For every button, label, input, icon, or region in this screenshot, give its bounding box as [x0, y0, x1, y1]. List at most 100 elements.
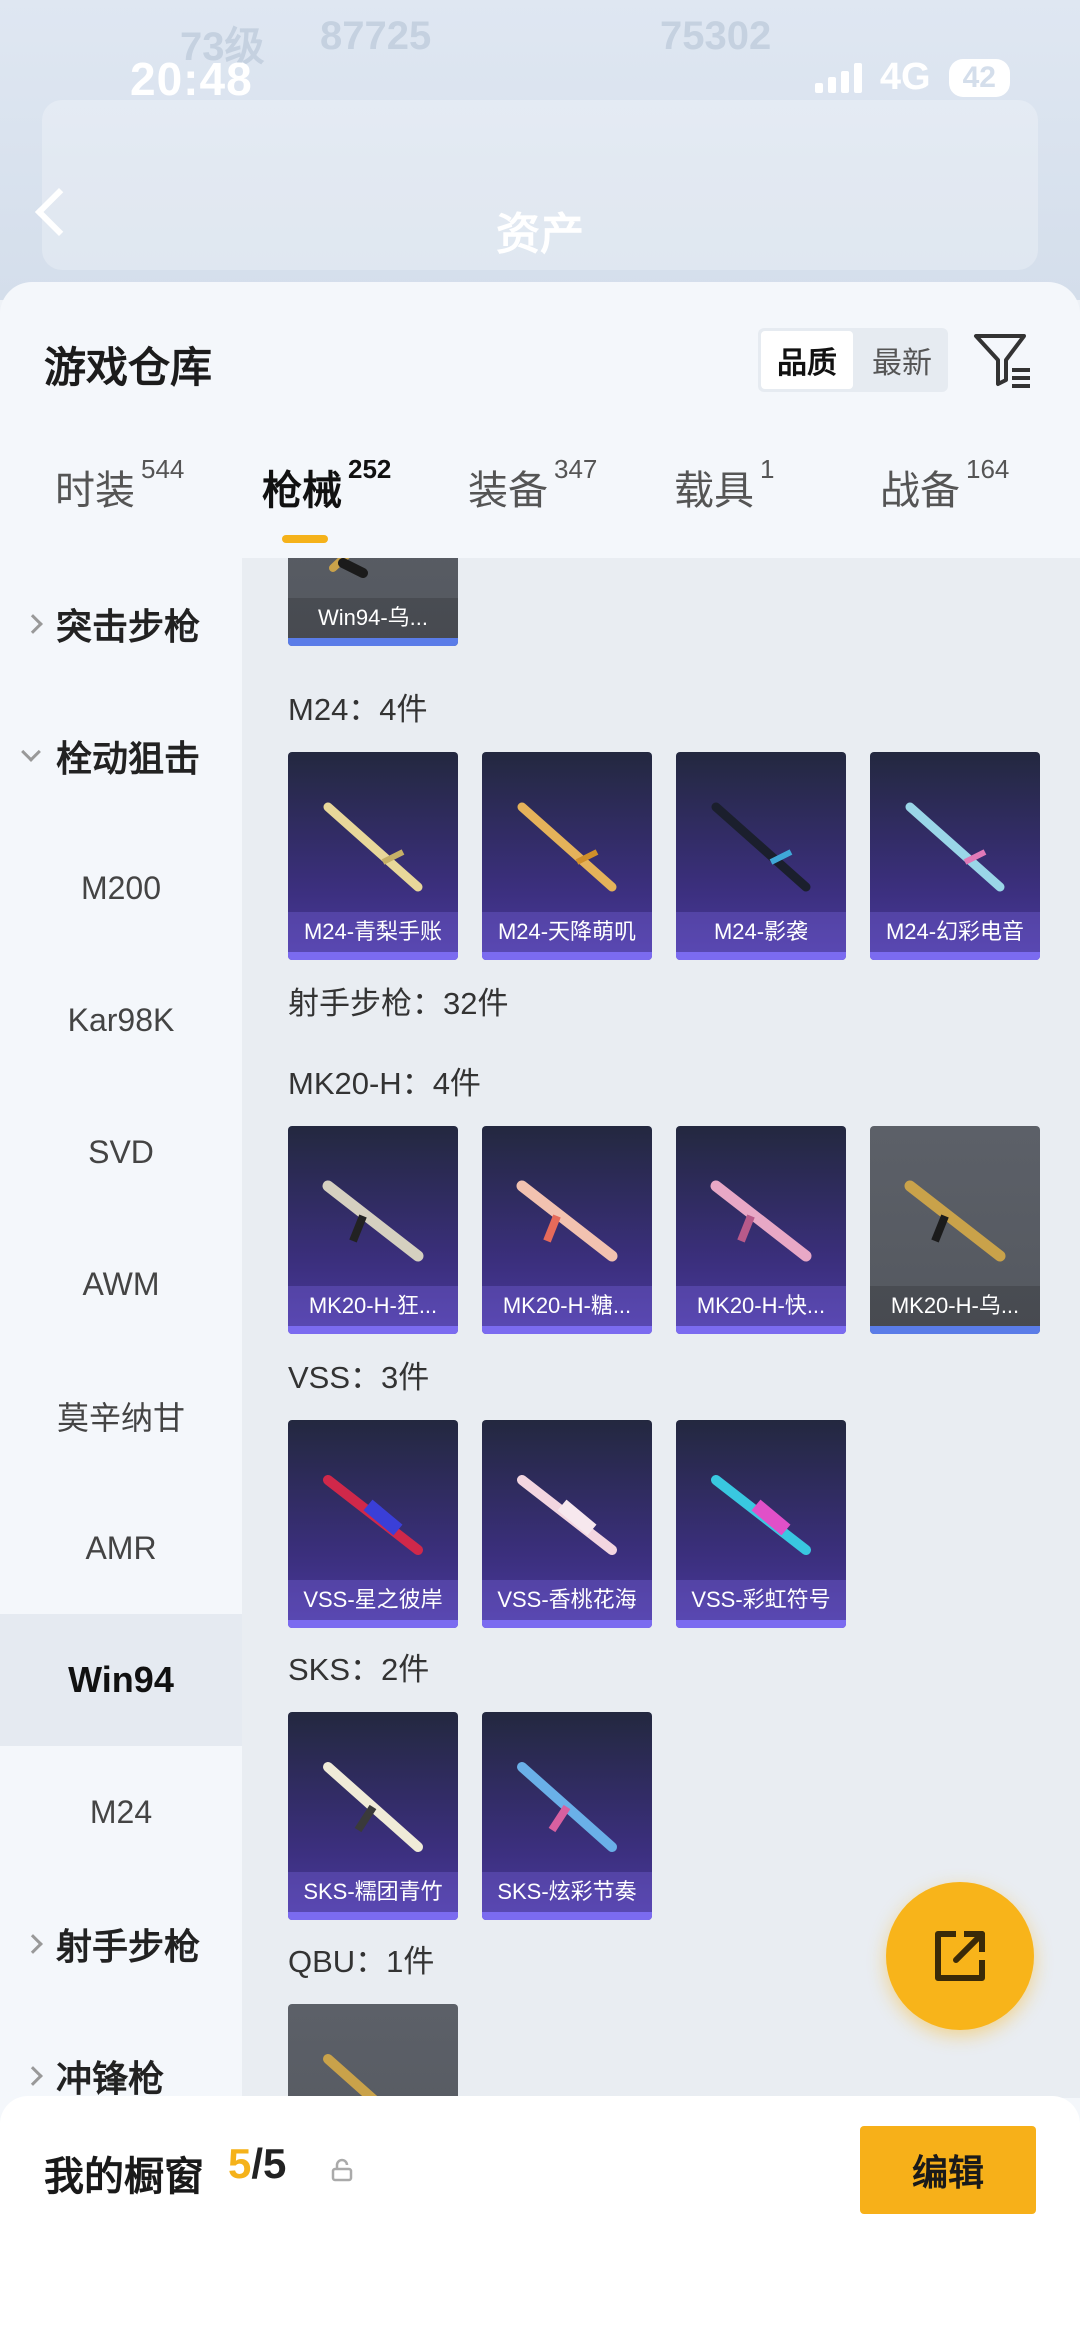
- showcase-count: 5/5: [228, 2140, 286, 2188]
- rifle-icon: [329, 558, 368, 578]
- quality-bar: [288, 1912, 458, 1920]
- tab-guns[interactable]: 枪械 252: [262, 454, 391, 516]
- rifle-icon: [710, 1180, 812, 1262]
- weapon-card-name: MK20-H-糖...: [482, 1286, 652, 1326]
- section-label-m24: M24：4件: [288, 692, 428, 727]
- tab-battle-prep[interactable]: 战备 164: [880, 454, 1009, 516]
- header-title: 资产: [496, 210, 584, 259]
- weapon-card[interactable]: MK20-H-狂...: [288, 1126, 458, 1334]
- tab-label: 枪械: [262, 469, 342, 513]
- weapon-card[interactable]: VSS-星之彼岸: [288, 1420, 458, 1628]
- tab-fashion[interactable]: 时装 544: [55, 454, 184, 516]
- sidebar-item-kar98k[interactable]: Kar98K: [0, 954, 242, 1086]
- rifle-icon: [517, 802, 617, 892]
- quality-bar: [288, 638, 458, 646]
- tab-label: 载具: [674, 469, 754, 513]
- rifle-icon: [517, 1475, 617, 1555]
- quality-bar: [482, 1620, 652, 1628]
- rifle-icon: [905, 802, 1005, 892]
- rifle-icon: [323, 1762, 423, 1852]
- rifle-icon: [904, 1180, 1006, 1262]
- header-coins: 87725: [320, 14, 432, 58]
- weapon-card[interactable]: M24-影袭: [676, 752, 846, 960]
- warehouse-panel: 游戏仓库 品质 最新 时装 544 枪械 252 装备 347 载具 1 战备 164 突…: [0, 282, 1080, 2341]
- tab-equipment[interactable]: 装备 347: [468, 454, 597, 516]
- sidebar-label: 冲锋枪: [56, 2058, 165, 2099]
- weapon-card[interactable]: SKS-糯团青竹: [288, 1712, 458, 1920]
- weapon-card-name: MK20-H-快...: [676, 1286, 846, 1326]
- quality-bar: [676, 952, 846, 960]
- sort-quality-button[interactable]: 品质: [761, 331, 853, 389]
- quality-bar: [288, 1620, 458, 1628]
- sidebar-group-marksman-rifle[interactable]: 射手步枪: [0, 1878, 242, 2010]
- tab-count: 544: [141, 454, 185, 484]
- weapon-card-name: MK20-H-乌...: [870, 1286, 1040, 1326]
- tab-count: 164: [966, 454, 1010, 484]
- sidebar-item-m24[interactable]: M24: [0, 1746, 242, 1878]
- weapon-card[interactable]: MK20-H-快...: [676, 1126, 846, 1334]
- weapon-card-name: VSS-彩虹符号: [676, 1580, 846, 1620]
- category-tabs: 时装 544 枪械 252 装备 347 载具 1 战备 164: [0, 454, 1080, 538]
- rifle-icon: [323, 2054, 380, 2098]
- active-tab-indicator: [282, 535, 328, 543]
- chevron-right-icon: [23, 2066, 43, 2086]
- rifle-icon: [322, 1180, 424, 1262]
- weapon-card[interactable]: SKS-炫彩节奏: [482, 1712, 652, 1920]
- tab-label: 装备: [468, 469, 548, 513]
- weapon-category-sidebar: 突击步枪 栓动狙击 M200 Kar98K SVD AWM 莫辛纳甘 AMR W…: [0, 558, 242, 2099]
- weapon-card[interactable]: M24-天降萌叽: [482, 752, 652, 960]
- weapon-card[interactable]: Win94-乌...: [288, 558, 458, 646]
- tab-count: 347: [554, 454, 598, 484]
- sort-toggle: 品质 最新: [758, 328, 948, 392]
- quality-bar: [482, 1326, 652, 1334]
- weapon-card[interactable]: [288, 2004, 458, 2098]
- lock-icon[interactable]: [330, 2158, 354, 2182]
- weapon-card[interactable]: M24-幻彩电音: [870, 752, 1040, 960]
- sidebar-label: 射手步枪: [56, 1926, 201, 1967]
- sidebar-group-bolt-sniper[interactable]: 栓动狙击: [0, 690, 242, 822]
- rifle-icon: [711, 802, 811, 892]
- rifle-icon: [323, 802, 423, 892]
- weapon-card-name: SKS-炫彩节奏: [482, 1872, 652, 1912]
- quality-bar: [676, 1620, 846, 1628]
- sidebar-item-mosin[interactable]: 莫辛纳甘: [0, 1350, 242, 1482]
- section-label-marksman: 射手步枪：32件: [288, 986, 509, 1021]
- quality-bar: [288, 952, 458, 960]
- showcase-total: /5: [251, 2140, 287, 2187]
- quality-bar: [870, 952, 1040, 960]
- weapon-card[interactable]: M24-青梨手账: [288, 752, 458, 960]
- tab-label: 时装: [55, 469, 135, 513]
- weapon-card-name: M24-幻彩电音: [870, 912, 1040, 952]
- rifle-icon: [711, 1475, 811, 1555]
- weapon-card-name: M24-天降萌叽: [482, 912, 652, 952]
- sidebar-item-m200[interactable]: M200: [0, 822, 242, 954]
- battery-icon: 42: [948, 58, 1010, 97]
- sidebar-item-win94[interactable]: Win94: [0, 1614, 242, 1746]
- sort-latest-button[interactable]: 最新: [856, 328, 948, 392]
- sidebar-item-svd[interactable]: SVD: [0, 1086, 242, 1218]
- showcase-current: 5: [228, 2140, 252, 2187]
- section-label-qbu: QBU：1件: [288, 1944, 435, 1979]
- weapon-card[interactable]: VSS-香桃花海: [482, 1420, 652, 1628]
- quality-bar: [288, 1326, 458, 1334]
- tab-vehicles[interactable]: 载具 1: [674, 454, 774, 516]
- share-button[interactable]: [886, 1882, 1034, 2030]
- showcase-label: 我的橱窗: [44, 2155, 204, 2199]
- sidebar-item-amr[interactable]: AMR: [0, 1482, 242, 1614]
- rifle-icon: [517, 1762, 617, 1852]
- sidebar-label: 突击步枪: [56, 606, 201, 647]
- header-gems: 75302: [660, 14, 772, 58]
- sidebar-item-awm[interactable]: AWM: [0, 1218, 242, 1350]
- sidebar-group-assault-rifle[interactable]: 突击步枪: [0, 558, 242, 690]
- weapon-card-name: VSS-星之彼岸: [288, 1580, 458, 1620]
- weapon-card[interactable]: VSS-彩虹符号: [676, 1420, 846, 1628]
- quality-bar: [482, 1912, 652, 1920]
- weapon-card[interactable]: MK20-H-乌...: [870, 1126, 1040, 1334]
- sidebar-label: 栓动狙击: [56, 738, 201, 779]
- signal-icon: [814, 62, 862, 93]
- weapon-card[interactable]: MK20-H-糖...: [482, 1126, 652, 1334]
- my-showcase-bar: 我的橱窗 5/5 编辑: [0, 2096, 1080, 2341]
- filter-icon[interactable]: [970, 328, 1034, 392]
- section-label-mk20h: MK20-H：4件: [288, 1066, 481, 1101]
- edit-button[interactable]: 编辑: [860, 2126, 1036, 2214]
